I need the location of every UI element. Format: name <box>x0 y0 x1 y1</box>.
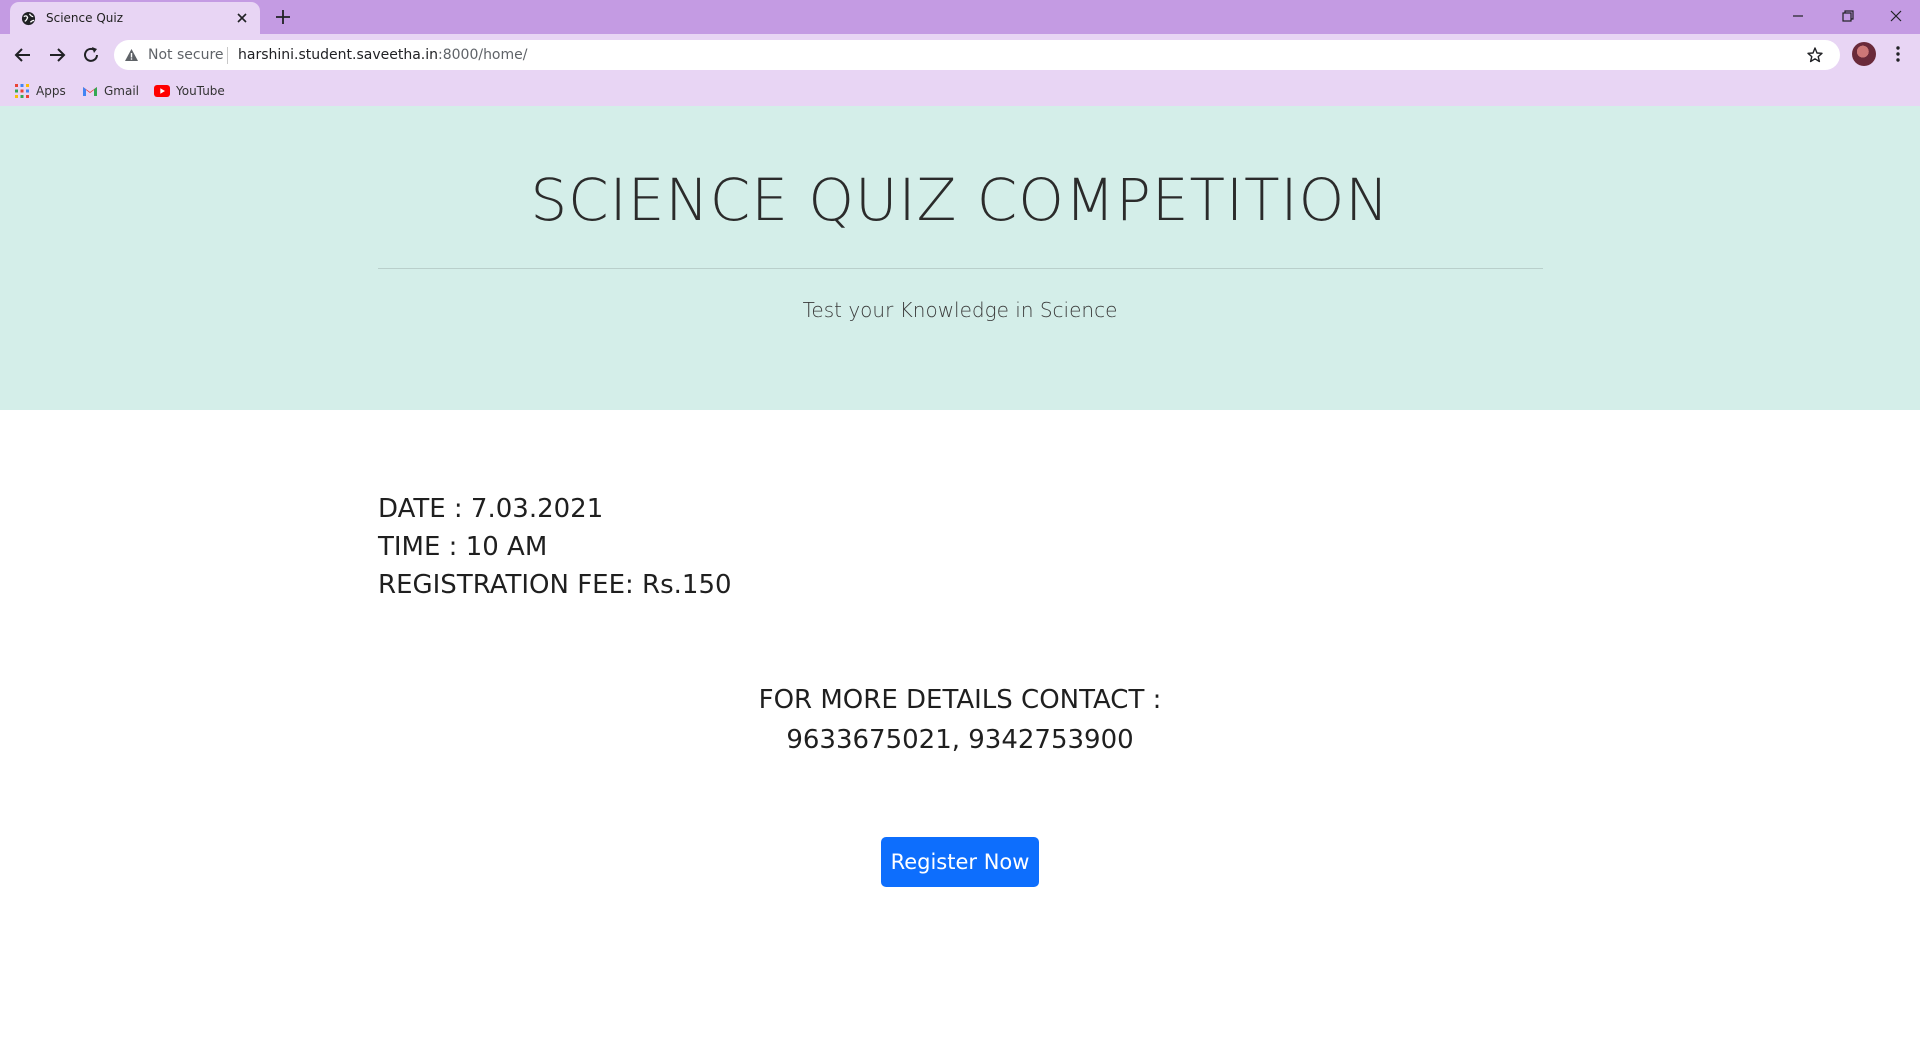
hero-divider <box>378 268 1543 269</box>
minimize-icon[interactable] <box>1788 6 1808 26</box>
tab-title: Science Quiz <box>46 11 124 25</box>
forward-icon[interactable] <box>46 44 68 66</box>
contact-section: FOR MORE DETAILS CONTACT : 9633675021, 9… <box>0 680 1920 760</box>
menu-kebab-icon[interactable] <box>1888 44 1908 64</box>
apps-grid-icon <box>15 84 29 98</box>
hero-banner: SCIENCE QUIZ COMPETITION Test your Knowl… <box>0 106 1920 410</box>
url-path: :8000/home/ <box>438 47 528 63</box>
security-label[interactable]: Not secure <box>148 47 224 63</box>
page-title: SCIENCE QUIZ COMPETITION <box>530 166 1390 234</box>
register-now-button[interactable]: Register Now <box>881 837 1039 887</box>
event-date: DATE : 7.03.2021 <box>378 494 604 524</box>
contact-heading: FOR MORE DETAILS CONTACT : <box>758 685 1162 715</box>
page-subtitle: Test your Knowledge in Science <box>802 298 1118 322</box>
reload-icon[interactable] <box>80 44 102 66</box>
url-host: harshini.student.saveetha.in <box>238 47 438 63</box>
bookmark-apps[interactable]: Apps <box>14 81 66 101</box>
close-tab-icon[interactable] <box>234 10 250 26</box>
bookmark-gmail[interactable]: Gmail <box>82 81 139 101</box>
bookmark-youtube[interactable]: YouTube <box>154 81 225 101</box>
bookmark-gmail-label: Gmail <box>104 84 140 98</box>
profile-avatar[interactable] <box>1852 42 1876 66</box>
address-bar[interactable]: Not secure harshini.student.saveetha.in:… <box>114 40 1840 70</box>
bookmark-youtube-label: YouTube <box>176 84 225 98</box>
address-divider <box>227 47 228 64</box>
tab-strip: Science Quiz <box>0 0 1920 34</box>
registration-fee: REGISTRATION FEE: Rs.150 <box>378 570 732 600</box>
gmail-icon <box>83 87 97 96</box>
restore-icon[interactable] <box>1838 6 1858 26</box>
new-tab-icon[interactable] <box>274 8 292 26</box>
youtube-icon <box>154 85 170 97</box>
close-window-icon[interactable] <box>1886 6 1906 26</box>
back-icon[interactable] <box>12 44 34 66</box>
warning-icon <box>125 49 138 61</box>
browser-toolbar: Not secure harshini.student.saveetha.in:… <box>0 34 1920 106</box>
url-text[interactable]: harshini.student.saveetha.in:8000/home/ <box>238 47 527 63</box>
globe-icon <box>21 11 36 26</box>
bookmarks-bar: Apps Gmail YouTube <box>0 78 1920 102</box>
browser-tab[interactable]: Science Quiz <box>10 2 260 34</box>
bookmark-star-icon[interactable] <box>1806 46 1824 64</box>
event-details: DATE : 7.03.2021 TIME : 10 AM REGISTRATI… <box>378 490 732 604</box>
bookmark-apps-label: Apps <box>36 84 66 98</box>
event-time: TIME : 10 AM <box>378 532 548 562</box>
contact-numbers: 9633675021, 9342753900 <box>786 725 1134 755</box>
